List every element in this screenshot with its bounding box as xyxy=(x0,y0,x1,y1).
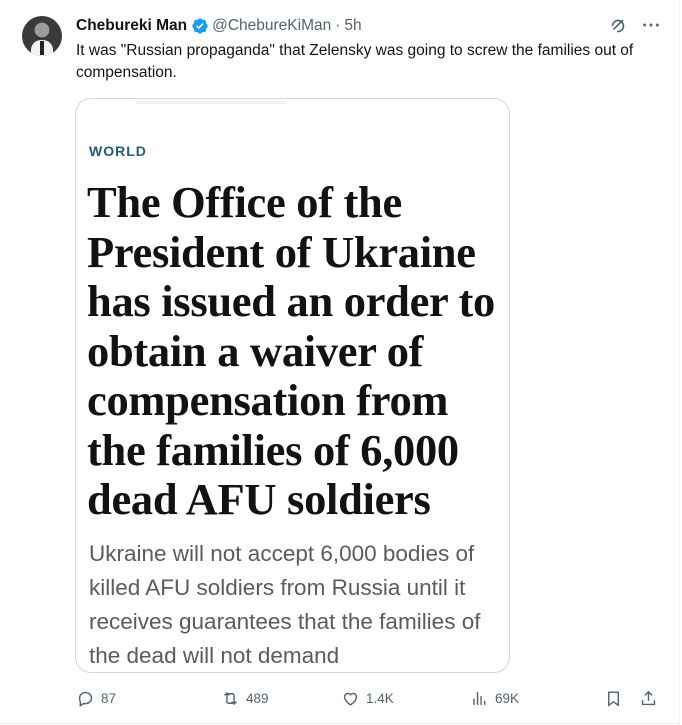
like-button[interactable]: 1.4K xyxy=(341,685,394,711)
tweet[interactable]: Chebureki Man @ChebureKiMan · 5h It was … xyxy=(0,0,680,724)
author-handle[interactable]: @ChebureKiMan xyxy=(212,17,331,35)
tweet-text: It was "Russian propaganda" that Zelensk… xyxy=(76,42,634,81)
share-button[interactable] xyxy=(639,685,658,711)
tweet-header: Chebureki Man @ChebureKiMan · 5h xyxy=(76,15,362,37)
tweet-time[interactable]: 5h xyxy=(344,17,361,35)
article-headline: The Office of the President of Ukraine h… xyxy=(87,177,495,524)
repost-count: 489 xyxy=(246,690,269,706)
repost-icon xyxy=(224,691,237,705)
tweet-actions: 87 489 1.4K 69K xyxy=(76,685,662,711)
bookmark-icon xyxy=(608,690,619,707)
article-section-label: WORLD xyxy=(89,143,147,159)
views-count: 69K xyxy=(495,690,520,706)
share-icon xyxy=(641,690,656,705)
avatar-tie xyxy=(40,41,44,55)
like-count: 1.4K xyxy=(366,690,394,706)
reply-count: 87 xyxy=(101,690,117,706)
like-icon xyxy=(343,692,358,706)
more-icon[interactable] xyxy=(640,14,662,36)
grok-icon[interactable] xyxy=(607,14,629,36)
views-button[interactable]: 69K xyxy=(470,685,519,711)
reply-button[interactable]: 87 xyxy=(76,685,116,711)
verified-badge-icon xyxy=(192,18,208,34)
reply-icon xyxy=(78,691,93,707)
repost-button[interactable]: 489 xyxy=(221,685,269,711)
avatar[interactable] xyxy=(22,16,62,56)
author-name[interactable]: Chebureki Man xyxy=(76,17,187,35)
tweet-media-image[interactable]: WORLD The Office of the President of Ukr… xyxy=(75,98,510,673)
views-icon xyxy=(473,691,486,705)
bookmark-button[interactable] xyxy=(604,685,623,711)
media-top-strip xyxy=(136,101,286,104)
article-subhead: Ukraine will not accept 6,000 bodies of … xyxy=(89,541,481,668)
header-separator: · xyxy=(335,17,341,34)
